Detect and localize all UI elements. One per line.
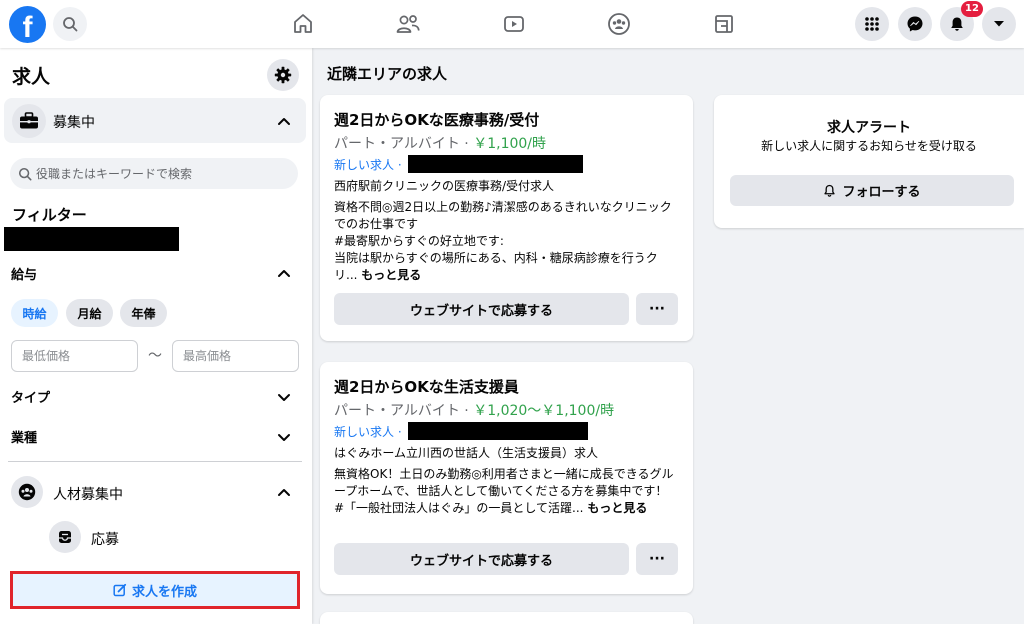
salary-label: 給与 xyxy=(11,268,38,283)
filter-title: フィルター xyxy=(12,206,87,224)
salary-monthly-pill[interactable]: 月給 xyxy=(66,299,113,327)
menu-button[interactable] xyxy=(855,7,889,41)
redacted-location xyxy=(4,227,179,251)
chevron-up-icon[interactable] xyxy=(276,113,292,129)
job-type-salary: パート・アルバイト · ￥1,020〜￥1,100/時 xyxy=(334,400,614,420)
apply-on-website-button[interactable]: ウェブサイトで応募する xyxy=(334,543,629,575)
nav-friends[interactable] xyxy=(393,9,423,39)
job-title[interactable]: 週2日からOKな医療事務/受付 xyxy=(334,109,539,130)
account-caret-icon xyxy=(994,21,1004,27)
job-company: はぐみホーム立川西の世話人（生活支援員）求人 xyxy=(334,446,599,460)
messenger-icon xyxy=(907,16,923,32)
job-employment-type: パート・アルバイト · xyxy=(334,136,474,152)
friends-icon xyxy=(396,15,420,33)
sidebar-item-hiring[interactable]: 募集中 xyxy=(4,98,306,143)
chevron-down-icon[interactable] xyxy=(276,389,292,405)
groups-icon xyxy=(608,13,630,35)
see-more-link[interactable]: もっと見る xyxy=(587,501,647,515)
max-price-input[interactable] xyxy=(172,340,299,372)
new-job-label: 新しい求人 · xyxy=(334,158,402,172)
job-search-input[interactable] xyxy=(36,166,286,181)
new-job-label: 新しい求人 · xyxy=(334,425,402,439)
facebook-logo[interactable]: f xyxy=(9,6,46,43)
nav-groups[interactable] xyxy=(604,9,634,39)
account-button[interactable] xyxy=(982,7,1016,41)
chevron-down-icon[interactable] xyxy=(276,429,292,445)
more-options-button[interactable]: ··· xyxy=(636,293,678,325)
apply-on-website-button[interactable]: ウェブサイトで応募する xyxy=(334,293,629,325)
create-job-button[interactable]: 求人を作成 xyxy=(10,571,300,609)
job-card-partial[interactable] xyxy=(320,612,693,624)
gaming-icon xyxy=(715,15,733,33)
search-button[interactable] xyxy=(53,7,87,41)
search-icon xyxy=(63,17,78,32)
job-title[interactable]: 週2日からOKな生活支援員 xyxy=(334,376,519,397)
job-card[interactable]: 週2日からOKな生活支援員 パート・アルバイト · ￥1,020〜￥1,100/… xyxy=(320,362,693,594)
jobs-sidebar: 求人 募集中 フィルター xyxy=(0,48,312,624)
more-options-button[interactable]: ··· xyxy=(636,543,678,575)
chevron-up-icon[interactable] xyxy=(276,265,292,281)
see-more-link[interactable]: もっと見る xyxy=(361,268,421,282)
people-icon xyxy=(11,476,43,508)
follow-label: フォローする xyxy=(842,185,921,200)
sidebar-divider xyxy=(8,461,302,462)
nav-gaming[interactable] xyxy=(709,9,739,39)
inbox-icon xyxy=(49,521,81,553)
job-alert-card: 求人アラート 新しい求人に関するお知らせを受け取る フォローする xyxy=(714,95,1024,228)
salary-hourly-pill[interactable]: 時給 xyxy=(11,299,58,327)
menu-grid-icon xyxy=(865,17,879,31)
job-card[interactable]: 週2日からOKな医療事務/受付 パート・アルバイト · ￥1,100/時 新しい… xyxy=(320,95,693,341)
industry-label: 業種 xyxy=(11,431,38,446)
gear-icon xyxy=(274,66,292,84)
top-navigation-bar: f 12 xyxy=(0,0,1024,48)
settings-button[interactable] xyxy=(267,59,299,91)
follow-button[interactable]: フォローする xyxy=(730,175,1014,206)
redacted-location xyxy=(408,155,583,173)
edit-icon xyxy=(113,583,127,597)
range-separator: 〜 xyxy=(148,348,162,364)
job-company: 西府駅前クリニックの医療事務/受付求人 xyxy=(334,179,555,193)
job-type-salary: パート・アルバイト · ￥1,100/時 xyxy=(334,133,546,153)
job-employment-type: パート・アルバイト · xyxy=(334,403,474,419)
min-price-input[interactable] xyxy=(11,340,138,372)
search-icon xyxy=(18,167,32,180)
job-description: 無資格OK！土日のみ勤務◎利用者さまと一緒に成長できるグループホームで、世話人と… xyxy=(334,466,680,517)
job-salary: ￥1,100/時 xyxy=(473,136,547,152)
redacted-location xyxy=(408,422,588,440)
page-title: 近隣エリアの求人 xyxy=(327,65,448,83)
briefcase-icon xyxy=(12,104,46,138)
job-alert-title: 求人アラート xyxy=(827,120,911,136)
home-icon xyxy=(294,14,312,33)
job-description: 資格不問◎週2日以上の勤務♪清潔感のあるきれいなクリニックでのお仕事です #最寄… xyxy=(334,199,680,284)
type-label: タイプ xyxy=(11,391,51,406)
notifications-badge: 12 xyxy=(961,1,983,17)
chevron-up-icon[interactable] xyxy=(276,484,292,500)
job-search-box[interactable] xyxy=(10,158,298,189)
job-salary: ￥1,020〜￥1,100/時 xyxy=(473,403,615,419)
watch-icon xyxy=(504,16,524,32)
recruiting-label[interactable]: 人材募集中 xyxy=(53,484,123,504)
bell-icon xyxy=(951,17,963,31)
bell-outline-icon xyxy=(824,184,836,197)
nav-home[interactable] xyxy=(288,9,318,39)
applications-label[interactable]: 応募 xyxy=(91,529,119,549)
salary-yearly-pill[interactable]: 年俸 xyxy=(120,299,167,327)
sidebar-title: 求人 xyxy=(12,66,51,88)
hiring-label: 募集中 xyxy=(53,115,95,131)
job-alert-subtitle: 新しい求人に関するお知らせを受け取る xyxy=(761,139,977,153)
messenger-button[interactable] xyxy=(898,7,932,41)
create-job-label: 求人を作成 xyxy=(131,584,197,600)
nav-watch[interactable] xyxy=(499,9,529,39)
